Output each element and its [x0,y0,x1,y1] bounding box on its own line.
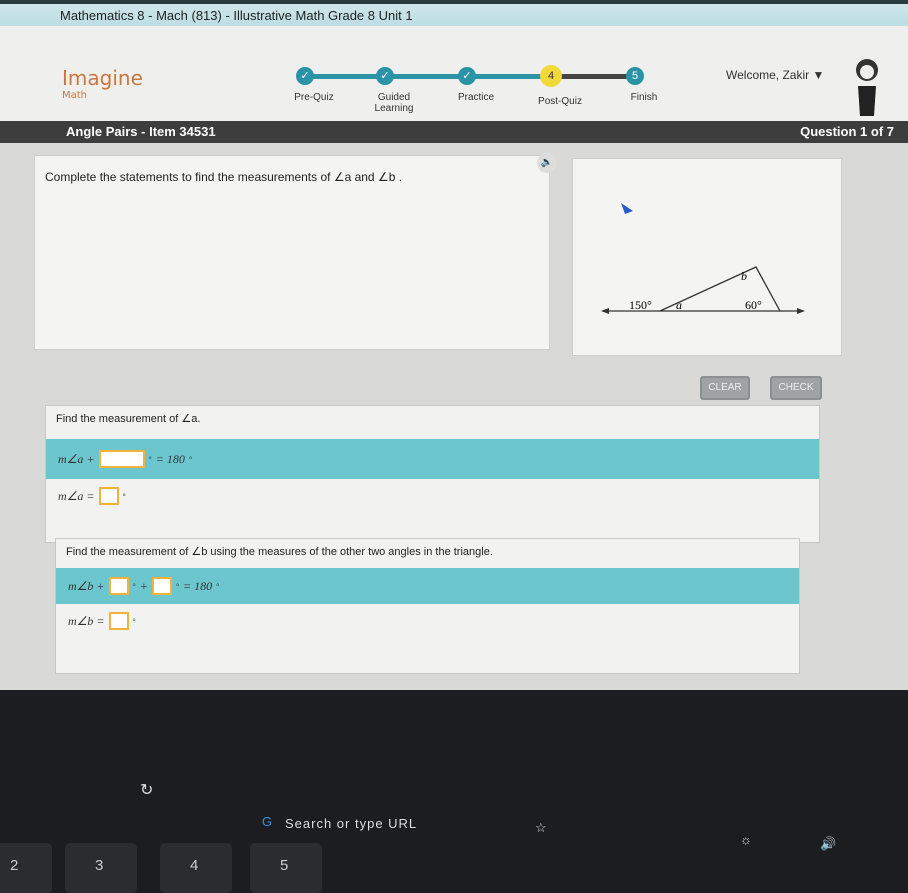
step-practice-check-icon[interactable]: ✓ [458,67,476,85]
equation-row: m∠a + ° = 180 ° [46,439,819,479]
degree: ° [175,581,180,591]
degree: ° [132,581,136,591]
degree: ° [216,581,220,591]
logo-name: Imagine [62,66,143,90]
step-finish[interactable]: 5 [626,67,644,85]
key-4[interactable]: 4 [160,843,232,893]
refresh-icon[interactable]: ↻ [140,780,153,800]
equation-row: m∠b = ° [56,604,799,638]
label-b: b [741,269,747,283]
question-counter: Question 1 of 7 [800,124,894,139]
answer-input[interactable] [98,450,145,468]
step-label: Pre-Quiz [294,92,334,103]
logo-sub: Math [62,90,88,101]
degree: ° [188,454,193,464]
key-2[interactable]: 2 [0,843,52,893]
step-label: Guided Learning [374,92,414,114]
eq-text: m∠a = [58,488,95,503]
key-3[interactable]: 3 [65,843,137,893]
check-button[interactable]: CHECK [770,376,822,400]
progress-todo-line [555,74,635,79]
step-postquiz[interactable]: 4 [540,65,562,87]
part-b-heading: Find the measurement of ∠b using the mea… [66,546,493,558]
step-prequiz-check-icon[interactable]: ✓ [296,67,314,85]
step-guided-check-icon[interactable]: ✓ [376,67,394,85]
answer-input[interactable] [151,577,172,595]
avatar [856,59,878,116]
user-menu[interactable]: Welcome, Zakir ▼ [726,68,824,82]
part-a: Find the measurement of ∠a. m∠a + ° = 180 °… [45,405,820,543]
equation-row: m∠a = ° [46,479,819,513]
keyboard: 2 3 4 5 [0,835,908,893]
clear-button[interactable]: CLEAR [700,376,750,400]
logo: Imagine Math [62,66,143,101]
triangle-figure: 150° a b 60° [601,203,805,314]
equation-row: m∠b + ° + ° = 180 ° [56,568,799,604]
window-title: Mathematics 8 - Mach (813) - Illustrativ… [0,0,908,26]
google-icon: G [262,814,273,829]
star-icon[interactable]: ☆ [535,820,547,836]
degree: ° [132,616,136,626]
progress-steps: ✓ ✓ ✓ 4 5 Pre-Quiz Guided Learning Pract… [294,65,657,114]
step-label: Practice [457,92,495,103]
eq-text: = 180 [183,578,213,593]
part-b: Find the measurement of ∠b using the mea… [55,538,800,674]
degree: ° [122,491,126,501]
screen: Mathematics 8 - Mach (813) - Illustrativ… [0,0,908,690]
eq-text: m∠b + [68,578,105,593]
step-label: Finish [630,92,658,103]
search-url-box[interactable]: Search or type URL [285,816,417,831]
label-a: a [676,298,682,312]
eq-text: = 180 [155,451,185,466]
mouse-cursor-icon [621,203,633,214]
degree: ° [148,454,152,464]
answer-input[interactable] [108,612,129,630]
lesson-bar: Angle Pairs - Item 34531 Question 1 of 7 [0,121,908,143]
eq-text: m∠b = [68,613,105,628]
progress-done-line [305,74,555,79]
label-150: 150° [629,298,652,312]
eq-text: + [139,578,148,593]
answer-input[interactable] [108,577,129,595]
header: Imagine Math ✓ ✓ ✓ 4 5 Pre-Quiz Guided Le… [0,26,908,121]
part-a-heading: Find the measurement of ∠a. [56,413,201,425]
eq-text: m∠a + [58,451,95,466]
figure-card: 150° a b 60° [572,158,842,356]
lesson-title: Angle Pairs - Item 34531 [66,124,216,139]
label-60: 60° [745,298,762,312]
speaker-icon[interactable]: 🔈 [537,153,557,173]
step-label: Post-Quiz [538,96,582,107]
key-5[interactable]: 5 [250,843,322,893]
os-shelf: ↻ G Search or type URL ☆ ☼ 🔊 [0,780,908,851]
prompt-card: Complete the statements to find the meas… [34,155,550,350]
prompt-text: Complete the statements to find the meas… [45,170,403,184]
answer-input[interactable] [98,487,119,505]
